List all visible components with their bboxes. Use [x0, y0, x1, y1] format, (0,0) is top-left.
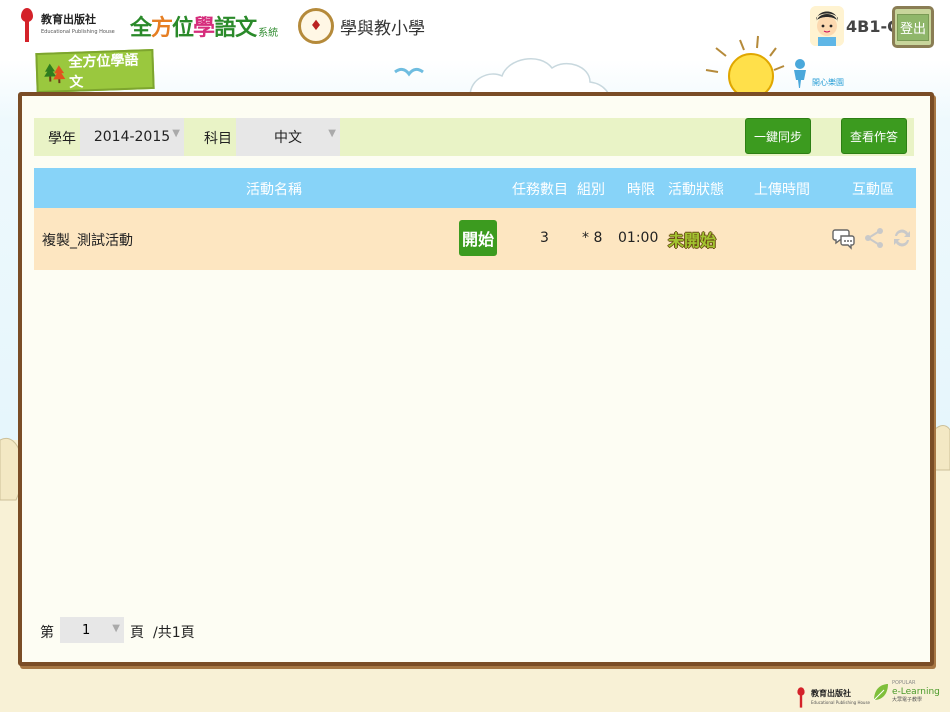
share-icon[interactable] [862, 226, 886, 250]
sync-button[interactable]: 一鍵同步 [745, 118, 811, 154]
col-activity-name: 活動名稱 [246, 182, 302, 198]
leaf-icon [873, 684, 888, 701]
pager-suffix: 頁 [130, 625, 144, 641]
footer-elearning-sub: 大眾電子教學 [892, 697, 923, 703]
page-current: 1 [82, 622, 91, 638]
comment-icon[interactable] [832, 226, 856, 250]
garden-link[interactable]: 開心樂園 [790, 58, 844, 88]
program-char-5: 語 [214, 16, 236, 41]
program-char-4: 學 [193, 16, 215, 41]
tab-label: 全方位學語文 [68, 52, 139, 91]
chevron-down-icon: ▼ [112, 623, 120, 634]
view-answers-button[interactable]: 查看作答 [841, 118, 907, 154]
torch-icon [18, 8, 36, 44]
start-button[interactable]: 開始 [459, 220, 497, 256]
avatar[interactable] [810, 6, 844, 46]
school-logo: ♦ 學與教小學 [298, 8, 425, 44]
program-char-1: 全 [130, 16, 152, 41]
program-char-2: 方 [151, 16, 173, 41]
year-label: 學年 [48, 131, 76, 147]
footer-elearning-top: POPULAR [892, 680, 916, 686]
col-status: 活動狀態 [668, 182, 724, 198]
footer-publisher-name: 教育出版社 [811, 689, 851, 698]
col-time-limit: 時限 [627, 182, 655, 198]
col-interaction: 互動區 [852, 182, 894, 198]
sun-icon [705, 35, 785, 99]
refresh-icon[interactable] [890, 226, 914, 250]
subject-label: 科目 [204, 131, 232, 147]
col-upload-time: 上傳時間 [754, 182, 810, 198]
year-select[interactable]: 2014-2015 ▼ [80, 118, 184, 156]
chevron-down-icon: ▼ [328, 128, 336, 139]
tab-program[interactable]: 全方位學語文 [35, 48, 155, 94]
page-select[interactable]: 1 ▼ [60, 617, 124, 643]
program-char-6: 文 [235, 16, 257, 41]
subject-select[interactable]: 中文 ▼ [236, 118, 340, 156]
pager-prefix: 第 [40, 625, 54, 641]
footer-elearning-name: e-Learning [892, 687, 940, 697]
user-class: 4B1-C [846, 17, 899, 36]
child-icon [794, 59, 806, 88]
pager-total: /共1頁 [153, 625, 195, 641]
group-value: * 8 [582, 230, 603, 246]
logout-button[interactable]: 登出 [892, 6, 934, 48]
program-logo: 全 方 位 學 語 文 系統 [130, 10, 278, 42]
logout-label: 登出 [896, 13, 929, 41]
program-suffix: 系統 [258, 27, 279, 39]
activity-name: 複製_測試活動 [42, 233, 133, 249]
school-name: 學與教小學 [340, 18, 425, 39]
time-limit-value: 01:00 [618, 230, 659, 246]
table-header: 活動名稱 任務數目 組別 時限 活動狀態 上傳時間 互動區 [34, 168, 916, 208]
year-value: 2014-2015 [93, 129, 171, 145]
chevron-down-icon: ▼ [172, 128, 180, 139]
status-badge: 未開始 [668, 231, 717, 250]
torch-icon [796, 687, 807, 709]
tree-icon [44, 63, 66, 84]
task-count: 3 [540, 230, 549, 246]
publisher-name: 教育出版社 [41, 13, 96, 26]
col-group: 組別 [577, 182, 605, 198]
garden-label: 開心樂園 [812, 78, 844, 87]
footer-elearning-logo: POPULAR e-Learning 大眾電子教學 [872, 680, 940, 704]
publisher-logo: 教育出版社 Educational Publishing House [18, 8, 115, 44]
col-task-count: 任務數目 [512, 182, 568, 198]
school-seal-icon: ♦ [298, 8, 334, 44]
program-char-3: 位 [172, 16, 194, 41]
publisher-subtitle: Educational Publishing House [41, 29, 115, 35]
subject-value: 中文 [274, 130, 302, 146]
footer-publisher-sub: Educational Publishing House [811, 700, 870, 705]
table-row[interactable]: 複製_測試活動 開始 3 * 8 01:00 未開始 [34, 208, 916, 270]
footer-publisher-logo: 教育出版社 Educational Publishing House [792, 680, 870, 716]
